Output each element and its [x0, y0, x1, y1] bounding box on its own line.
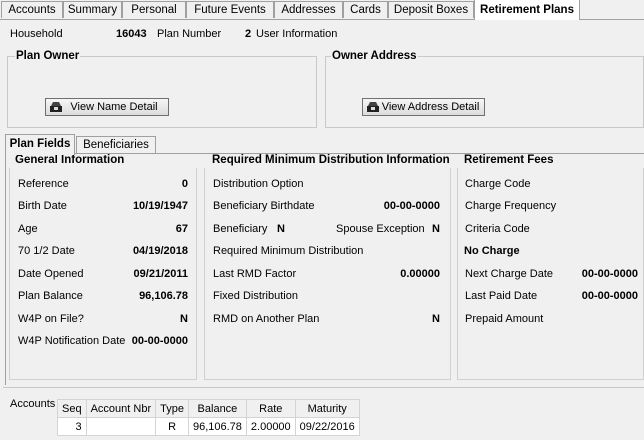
- cell-maturity: 09/22/2016: [294, 417, 360, 436]
- required-min-distribution-label: Required Minimum Distribution: [213, 245, 364, 257]
- last-paid-date-label: Last Paid Date: [465, 290, 538, 302]
- rmd-another-plan-label: RMD on Another Plan: [213, 313, 320, 325]
- tab-addresses[interactable]: Addresses: [274, 1, 343, 18]
- reference-value: 0: [181, 178, 188, 190]
- age-value: 67: [175, 223, 188, 235]
- table-row[interactable]: 3 R 96,106.78 2.00000 09/22/2016: [57, 417, 360, 436]
- seventy-half-date-value: 04/19/2018: [132, 245, 188, 257]
- cell-seq: 3: [57, 417, 87, 436]
- owner-address-title: Owner Address: [331, 50, 418, 62]
- w4p-notification-date-value: 00-00-0000: [131, 335, 188, 347]
- w4p-notification-date-label: W4P Notification Date: [18, 335, 126, 347]
- household-label: Household: [10, 28, 63, 40]
- plan-number-label: Plan Number: [157, 28, 222, 40]
- distribution-option-label: Distribution Option: [213, 178, 304, 190]
- date-opened-value: 09/21/2011: [133, 268, 188, 280]
- plan-balance-label: Plan Balance: [18, 290, 83, 302]
- next-charge-date-value: 00-00-0000: [581, 268, 638, 280]
- rmd-another-plan-value: N: [432, 313, 440, 325]
- view-address-detail-label: View Address Detail: [381, 101, 480, 113]
- fixed-distribution-label: Fixed Distribution: [213, 290, 298, 302]
- rmd-info-title: Required Minimum Distribution Informatio…: [212, 154, 450, 166]
- tab-deposit-boxes[interactable]: Deposit Boxes: [388, 1, 474, 18]
- household-value: 16043: [116, 28, 147, 40]
- accounts-divider: [3, 387, 644, 388]
- cell-account-nbr: [85, 417, 157, 436]
- last-paid-date-value: 00-00-0000: [581, 290, 638, 302]
- column-header-balance[interactable]: Balance: [187, 399, 247, 418]
- user-information-label: User Information: [256, 28, 338, 40]
- tab-future-events[interactable]: Future Events: [186, 1, 274, 18]
- age-label: Age: [18, 223, 38, 235]
- tab-summary[interactable]: Summary: [63, 1, 122, 18]
- seventy-half-date-label: 70 1/2 Date: [18, 245, 75, 257]
- birth-date-value: 10/19/1947: [132, 200, 188, 212]
- reference-label: Reference: [18, 178, 69, 190]
- column-header-account-nbr[interactable]: Account Nbr: [85, 399, 157, 418]
- tab-cards[interactable]: Cards: [343, 1, 388, 18]
- column-header-rate[interactable]: Rate: [245, 399, 296, 418]
- view-name-detail-label: View Name Detail: [70, 101, 158, 113]
- charge-frequency-label: Charge Frequency: [465, 200, 557, 212]
- last-rmd-factor-label: Last RMD Factor: [213, 268, 297, 280]
- beneficiary-birthdate-value: 00-00-0000: [383, 200, 440, 212]
- tab-retirement-plans[interactable]: Retirement Plans: [474, 0, 580, 20]
- spouse-exception-value: N: [432, 223, 440, 235]
- charge-code-label: Charge Code: [465, 178, 531, 190]
- beneficiary-birthdate-label: Beneficiary Birthdate: [213, 200, 315, 212]
- owner-address-group: [325, 56, 644, 128]
- no-charge-label: No Charge: [464, 245, 520, 257]
- cell-rate: 2.00000: [245, 417, 296, 436]
- column-header-type[interactable]: Type: [155, 399, 189, 418]
- tab-beneficiaries[interactable]: Beneficiaries: [76, 136, 156, 154]
- plan-number-value: 2: [245, 28, 252, 40]
- date-opened-label: Date Opened: [18, 268, 84, 280]
- plan-balance-value: 96,106.78: [139, 290, 188, 302]
- last-rmd-factor-value: 0.00000: [400, 268, 440, 280]
- view-name-detail-button[interactable]: View Name Detail: [45, 98, 169, 116]
- retirement-fees-title: Retirement Fees: [464, 154, 554, 166]
- general-info-title: General Information: [15, 154, 125, 166]
- plan-owner-title: Plan Owner: [15, 50, 81, 62]
- column-header-maturity[interactable]: Maturity: [294, 399, 360, 418]
- main-tab-bar: Accounts Summary Personal Future Events …: [0, 0, 644, 20]
- w4p-on-file-value: N: [180, 313, 188, 325]
- plan-owner-group: [7, 56, 317, 128]
- cell-balance: 96,106.78: [187, 417, 247, 436]
- prepaid-amount-label: Prepaid Amount: [465, 313, 544, 325]
- view-address-detail-button[interactable]: View Address Detail: [362, 98, 485, 116]
- accounts-table: Seq Account Nbr Type Balance Rate Maturi…: [57, 399, 360, 436]
- birth-date-label: Birth Date: [18, 200, 67, 212]
- accounts-header-row: Seq Account Nbr Type Balance Rate Maturi…: [57, 399, 360, 418]
- criteria-code-label: Criteria Code: [465, 223, 530, 235]
- tab-plan-fields[interactable]: Plan Fields: [5, 134, 75, 155]
- spouse-exception-label: Spouse Exception: [336, 223, 425, 235]
- tab-personal[interactable]: Personal: [122, 1, 186, 18]
- beneficiary-label: Beneficiary: [213, 223, 268, 235]
- column-header-seq[interactable]: Seq: [57, 399, 87, 418]
- tab-accounts[interactable]: Accounts: [1, 1, 63, 18]
- w4p-on-file-label: W4P on File?: [18, 313, 84, 325]
- cell-type: R: [155, 417, 189, 436]
- next-charge-date-label: Next Charge Date: [465, 268, 554, 280]
- beneficiary-value: N: [277, 223, 285, 235]
- accounts-label: Accounts: [10, 398, 56, 410]
